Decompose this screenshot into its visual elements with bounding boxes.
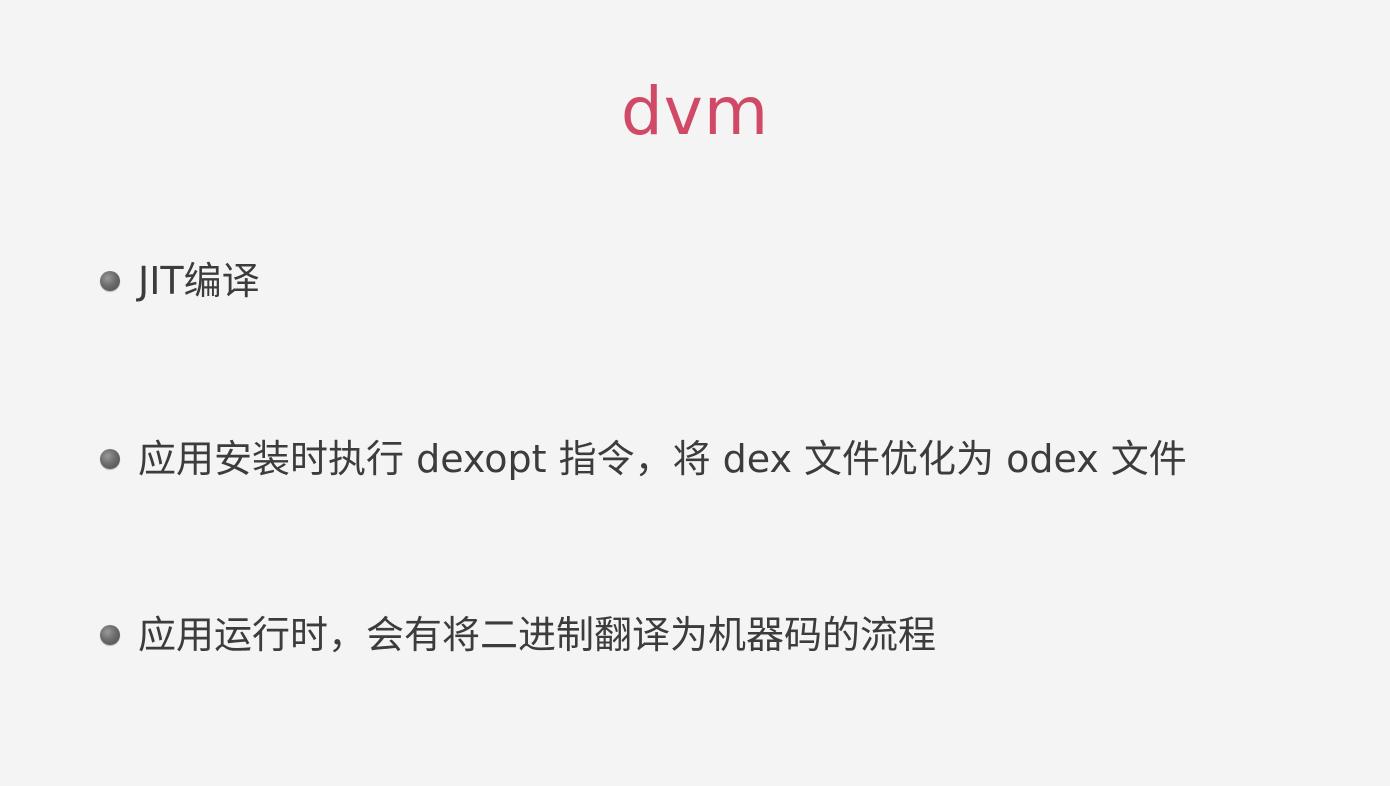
bullet-list: JIT编译 应用安装时执行 dexopt 指令，将 dex 文件优化为 odex… <box>100 0 1350 786</box>
slide: dvm JIT编译 应用安装时执行 dexopt 指令，将 dex 文件优化为 … <box>0 0 1390 786</box>
bullet-dot-icon <box>100 271 120 291</box>
bullet-item-runtime: 应用运行时，会有将二进制翻译为机器码的流程 <box>100 607 936 663</box>
bullet-dot-icon <box>100 449 120 469</box>
bullet-text: 应用运行时，会有将二进制翻译为机器码的流程 <box>138 613 937 657</box>
bullet-text: JIT编译 <box>138 259 260 303</box>
bullet-item-jit: JIT编译 <box>100 253 260 309</box>
bullet-text: 应用安装时执行 dexopt 指令，将 dex 文件优化为 odex 文件 <box>138 437 1187 481</box>
bullet-item-dexopt: 应用安装时执行 dexopt 指令，将 dex 文件优化为 odex 文件 <box>100 431 1187 487</box>
bullet-dot-icon <box>100 625 120 645</box>
